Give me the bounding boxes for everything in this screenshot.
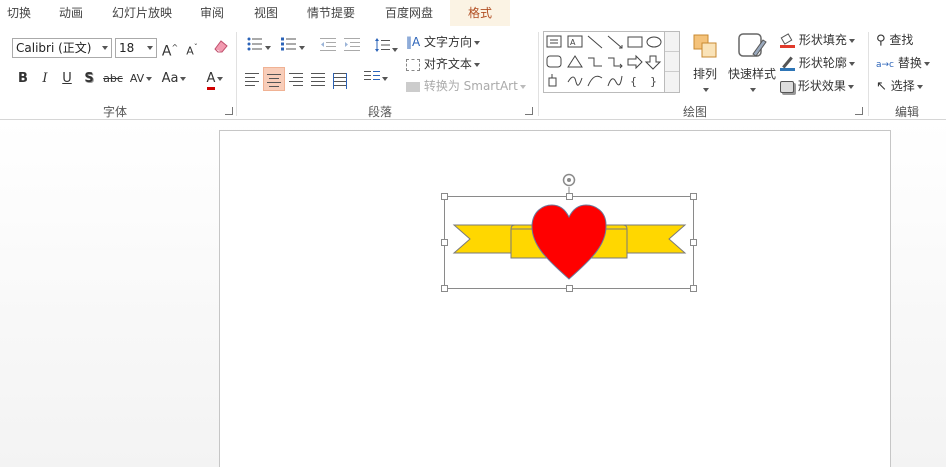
selected-shape-group[interactable] [0, 0, 946, 467]
rotate-handle-icon[interactable] [562, 173, 576, 187]
heart-shape[interactable] [531, 204, 607, 280]
